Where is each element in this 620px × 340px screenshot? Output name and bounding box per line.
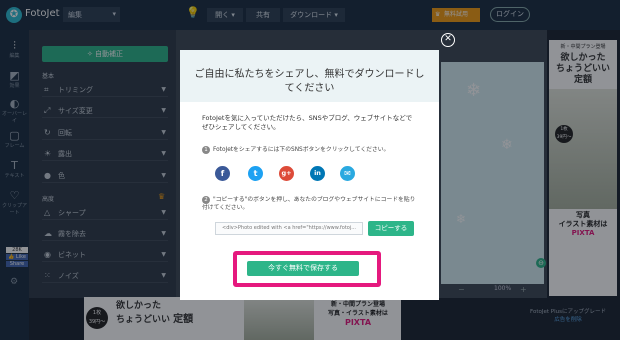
modal-step-1: 1 FotoJetをシェアするには下のSNSボタンをクリックしてください。 [202, 146, 418, 154]
save-free-button[interactable]: 今すぐ無料で保存する [247, 261, 359, 276]
embed-code-field[interactable]: <div>Photo edited with <a href="https://… [215, 222, 363, 235]
copy-button[interactable]: コピーする [368, 221, 414, 236]
modal-step-2: 2 "コピーする"のボタンを押し、あなたのブログやウェブサイトにコードを貼り付けて… [202, 196, 416, 211]
googleplus-share-icon[interactable]: g+ [279, 166, 294, 181]
modal-title: ご自由に私たちをシェアし、無料でダウンロードしてください [180, 50, 439, 102]
linkedin-share-icon[interactable]: in [310, 166, 325, 181]
email-share-icon[interactable]: ✉ [340, 166, 355, 181]
facebook-share-icon[interactable]: f [215, 166, 230, 181]
close-icon[interactable]: ✕ [441, 33, 455, 47]
twitter-share-icon[interactable]: t [248, 166, 263, 181]
modal-intro-text: FotoJetを気に入っていただけたら、SNSやブログ、ウェブサイトなどでぜひシ… [202, 114, 413, 131]
